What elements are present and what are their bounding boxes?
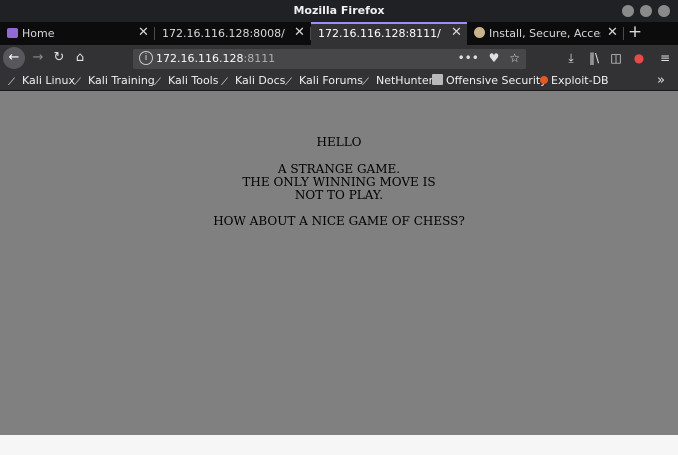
bookmark-kali-linux[interactable]: ⟋ Kali Linux: [8, 74, 75, 89]
reload-button[interactable]: ↻: [48, 47, 70, 69]
tab-label: Home: [22, 27, 55, 40]
close-tab-icon[interactable]: ✕: [607, 25, 618, 40]
maximize-button[interactable]: [640, 5, 652, 17]
url-host: 172.16.116.128: [156, 52, 244, 65]
bookmark-label: Exploit-DB: [551, 74, 609, 87]
bookmark-label: Kali Forums: [299, 74, 363, 87]
kali-dragon-icon: ⟋: [285, 77, 292, 88]
bookmark-kali-forums[interactable]: ⟋ Kali Forums: [285, 74, 363, 89]
status-area: [0, 435, 678, 455]
kali-dragon-icon: ⟋: [154, 77, 161, 88]
close-window-button[interactable]: [658, 5, 670, 17]
bookmark-exploit-db[interactable]: Exploit-DB: [540, 74, 609, 89]
url-port: :8111: [243, 52, 276, 65]
chess-question: HOW ABOUT A NICE GAME OF CHESS?: [213, 214, 465, 228]
page-content: HELLO A STRANGE GAME. THE ONLY WINNING M…: [0, 91, 678, 435]
bookmarks-toolbar: ⟋ Kali Linux ⟋ Kali Training ⟋ Kali Tools ⟋…: [0, 72, 678, 91]
window-titlebar: Mozilla Firefox: [0, 0, 678, 22]
url-bar[interactable]: i 172.16.116.128:8111 ••• ♥ ☆: [133, 49, 526, 69]
globe-icon: [474, 27, 485, 38]
hamburger-menu-icon[interactable]: ≡: [654, 47, 676, 69]
bookmark-label: Kali Docs: [235, 74, 286, 87]
tab-label: 172.16.116.128:8008/: [162, 27, 285, 40]
downloads-icon[interactable]: ⤓: [560, 47, 582, 69]
tab-home[interactable]: Home ✕: [0, 22, 155, 45]
new-tab-button[interactable]: +: [626, 22, 644, 45]
tab-8111[interactable]: 172.16.116.128:8111/ ✕: [311, 22, 467, 45]
pocket-icon[interactable]: ♥: [489, 51, 500, 65]
exploit-db-icon: [540, 76, 548, 84]
bookmark-kali-docs[interactable]: ⟋ Kali Docs: [221, 74, 285, 89]
close-tab-icon[interactable]: ✕: [451, 25, 462, 40]
close-tab-icon[interactable]: ✕: [138, 25, 149, 40]
bookmark-label: Kali Linux: [22, 74, 76, 87]
bookmark-kali-tools[interactable]: ⟋ Kali Tools: [154, 74, 218, 89]
home-folder-icon: [7, 28, 18, 38]
site-info-icon[interactable]: i: [139, 51, 153, 65]
bookmarks-overflow-icon[interactable]: »: [657, 73, 665, 88]
tab-strip: Home ✕ 172.16.116.128:8008/ ✕ 172.16.116…: [0, 22, 678, 45]
kali-dragon-icon: ⟋: [74, 77, 81, 88]
extension-icon[interactable]: ●: [628, 47, 650, 69]
bookmark-label: NetHunter: [376, 74, 434, 87]
bookmark-label: Kali Training: [88, 74, 155, 87]
kali-dragon-icon: ⟋: [221, 77, 228, 88]
url-text[interactable]: 172.16.116.128:8111: [156, 52, 275, 65]
bookmark-offensive-security[interactable]: Offensive Security: [432, 74, 547, 89]
tab-install[interactable]: Install, Secure, Access ar ✕: [467, 22, 624, 45]
tab-8008[interactable]: 172.16.116.128:8008/ ✕: [155, 22, 311, 45]
tab-label: Install, Secure, Access ar: [489, 27, 601, 40]
bookmark-label: Kali Tools: [168, 74, 219, 87]
sidebar-icon[interactable]: ◫: [605, 47, 627, 69]
close-tab-icon[interactable]: ✕: [294, 25, 305, 40]
kali-dragon-icon: ⟋: [362, 77, 369, 88]
minimize-button[interactable]: [622, 5, 634, 17]
message-line: NOT TO PLAY.: [294, 188, 384, 202]
kali-dragon-icon: ⟋: [8, 77, 15, 88]
tab-label: 172.16.116.128:8111/: [318, 27, 441, 40]
navigation-toolbar: ← → ↻ ⌂ i 172.16.116.128:8111 ••• ♥ ☆ ⤓ …: [0, 45, 678, 72]
library-icon[interactable]: ‖\: [583, 47, 605, 69]
bookmark-nethunter[interactable]: ⟋ NetHunter: [362, 74, 433, 89]
home-button[interactable]: ⌂: [69, 47, 91, 69]
bookmark-kali-training[interactable]: ⟋ Kali Training: [74, 74, 155, 89]
window-title: Mozilla Firefox: [293, 4, 385, 17]
bookmark-star-icon[interactable]: ☆: [509, 51, 520, 65]
bookmark-label: Offensive Security: [446, 74, 547, 87]
offsec-icon: [432, 74, 443, 85]
greeting-text: HELLO: [316, 135, 362, 149]
forward-button[interactable]: →: [27, 47, 49, 69]
back-button[interactable]: ←: [3, 47, 25, 69]
page-actions-icon[interactable]: •••: [458, 51, 479, 65]
